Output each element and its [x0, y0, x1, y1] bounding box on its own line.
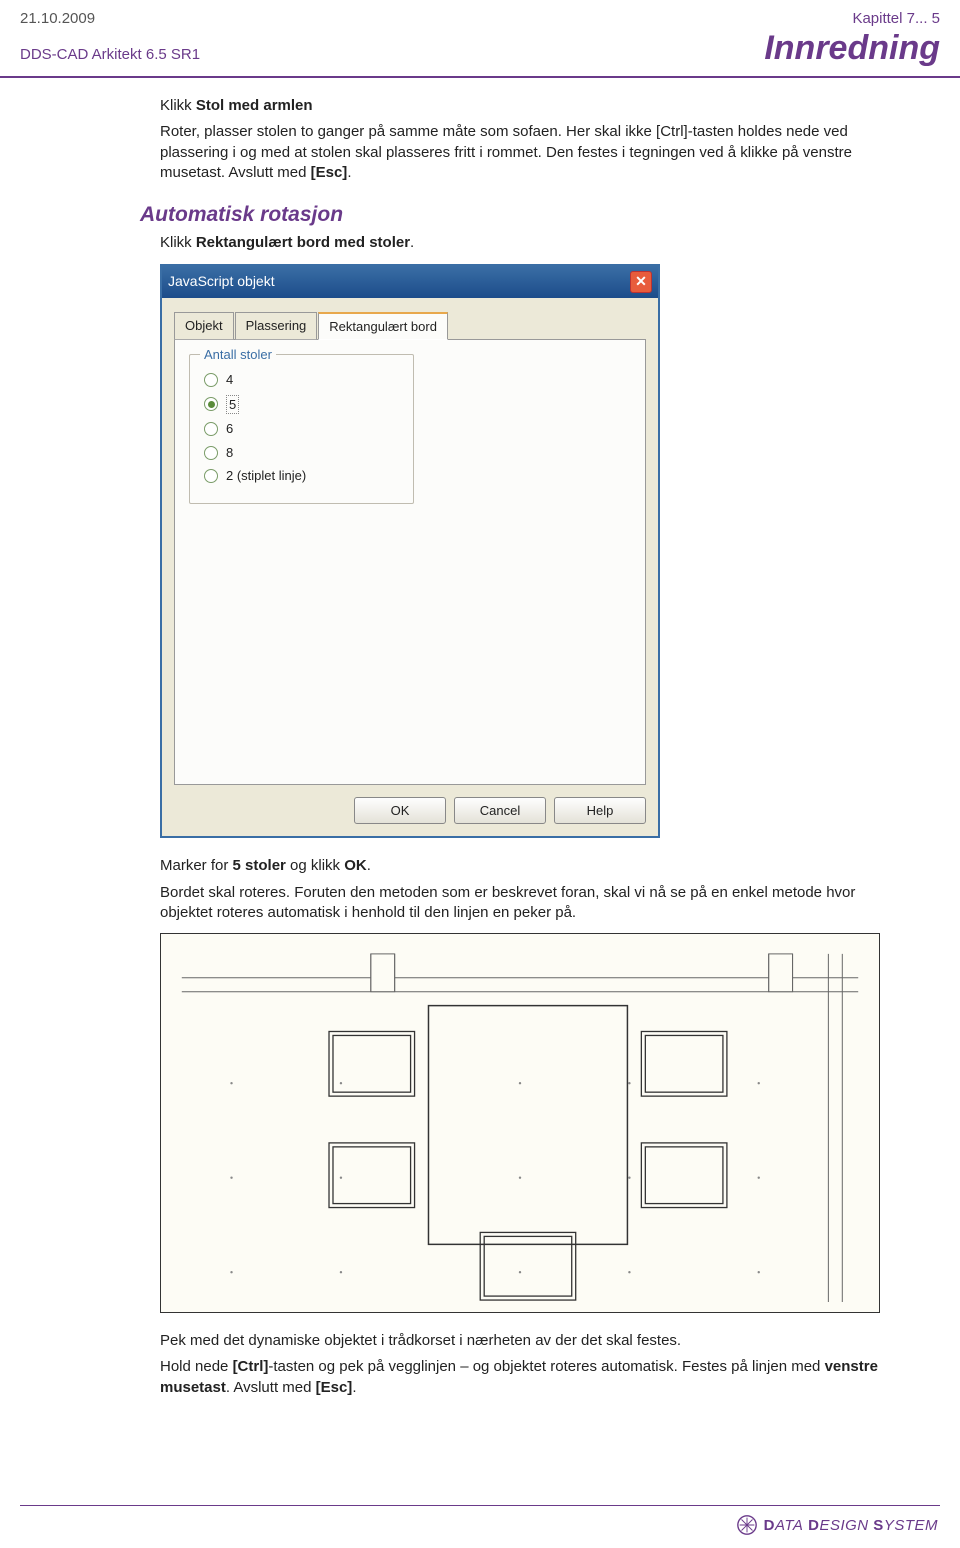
header-date: 21.10.2009	[20, 10, 95, 27]
radio-label: 5	[226, 395, 239, 415]
footer: DATA DESIGN SYSTEM	[736, 1514, 938, 1536]
p3-prefix: Klikk	[160, 234, 196, 251]
radio-icon	[204, 373, 218, 387]
radio-label: 2 (stiplet linje)	[226, 467, 306, 485]
p4-bold1: 5 stoler	[233, 857, 286, 874]
p7-after: .	[352, 1379, 356, 1396]
tab-panel: Antall stoler 4 5 6 8	[174, 339, 646, 785]
radio-icon	[204, 397, 218, 411]
header-product: DDS-CAD Arkitekt 6.5 SR1	[20, 46, 200, 63]
group-title: Antall stoler	[200, 346, 276, 364]
radio-4[interactable]: 4	[204, 371, 399, 389]
plan-drawing	[160, 933, 880, 1313]
header-chapter: Kapittel 7... 5	[852, 10, 940, 27]
dialog-title-text: JavaScript objekt	[168, 272, 275, 291]
radio-icon	[204, 446, 218, 460]
radio-label: 4	[226, 371, 233, 389]
p4-after: .	[367, 857, 371, 874]
para-2: Roter, plasser stolen to ganger på samme…	[160, 122, 880, 183]
dialog-javascript-objekt: JavaScript objekt ✕ Objekt Plassering Re…	[160, 264, 660, 839]
page-title: Innredning	[764, 29, 940, 68]
ok-button[interactable]: OK	[354, 797, 446, 825]
radio-label: 6	[226, 420, 233, 438]
para-4: Marker for 5 stoler og klikk OK.	[160, 856, 880, 876]
p4-pre: Marker for	[160, 857, 233, 874]
p1-prefix: Klikk	[160, 97, 196, 114]
help-button[interactable]: Help	[554, 797, 646, 825]
p2-bold: [Esc]	[311, 164, 348, 181]
tab-rektangulaert-bord[interactable]: Rektangulært bord	[318, 312, 448, 341]
radio-label: 8	[226, 444, 233, 462]
p7-mid1: -tasten og pek på vegglinjen – og objekt…	[268, 1358, 824, 1375]
p7-b3: [Esc]	[316, 1379, 353, 1396]
p1-bold: Stol med armlen	[196, 97, 313, 114]
radio-icon	[204, 422, 218, 436]
cancel-button[interactable]: Cancel	[454, 797, 546, 825]
radio-8[interactable]: 8	[204, 444, 399, 462]
tab-strip: Objekt Plassering Rektangulært bord	[174, 312, 646, 341]
para-5: Bordet skal roteres. Foruten den metoden…	[160, 883, 880, 924]
radio-6[interactable]: 6	[204, 420, 399, 438]
p7-pre: Hold nede	[160, 1358, 233, 1375]
close-icon[interactable]: ✕	[630, 271, 652, 293]
p7-mid2: . Avslutt med	[226, 1379, 316, 1396]
para-6: Pek med det dynamiske objektet i trådkor…	[160, 1331, 880, 1351]
radio-5[interactable]: 5	[204, 395, 399, 415]
section-heading: Automatisk rotasjon	[140, 201, 880, 229]
p4-mid: og klikk	[286, 857, 344, 874]
para-3: Klikk Rektangulært bord med stoler.	[160, 233, 880, 253]
radio-2-stiplet[interactable]: 2 (stiplet linje)	[204, 467, 399, 485]
p3-bold: Rektangulært bord med stoler	[196, 234, 410, 251]
para-1: Klikk Stol med armlen	[160, 96, 880, 116]
tab-objekt[interactable]: Objekt	[174, 312, 234, 341]
para-7: Hold nede [Ctrl]-tasten og pek på veggli…	[160, 1357, 880, 1398]
p4-bold2: OK	[344, 857, 367, 874]
footer-company: DATA DESIGN SYSTEM	[764, 1517, 938, 1534]
p2-after: .	[347, 164, 351, 181]
tab-plassering[interactable]: Plassering	[235, 312, 318, 341]
p2-text: Roter, plasser stolen to ganger på samme…	[160, 123, 852, 181]
p3-after: .	[410, 234, 414, 251]
radio-icon	[204, 469, 218, 483]
logo-icon	[736, 1514, 758, 1536]
p7-b1: [Ctrl]	[233, 1358, 269, 1375]
group-antall-stoler: Antall stoler 4 5 6 8	[189, 354, 414, 504]
dialog-titlebar[interactable]: JavaScript objekt ✕	[162, 266, 658, 298]
